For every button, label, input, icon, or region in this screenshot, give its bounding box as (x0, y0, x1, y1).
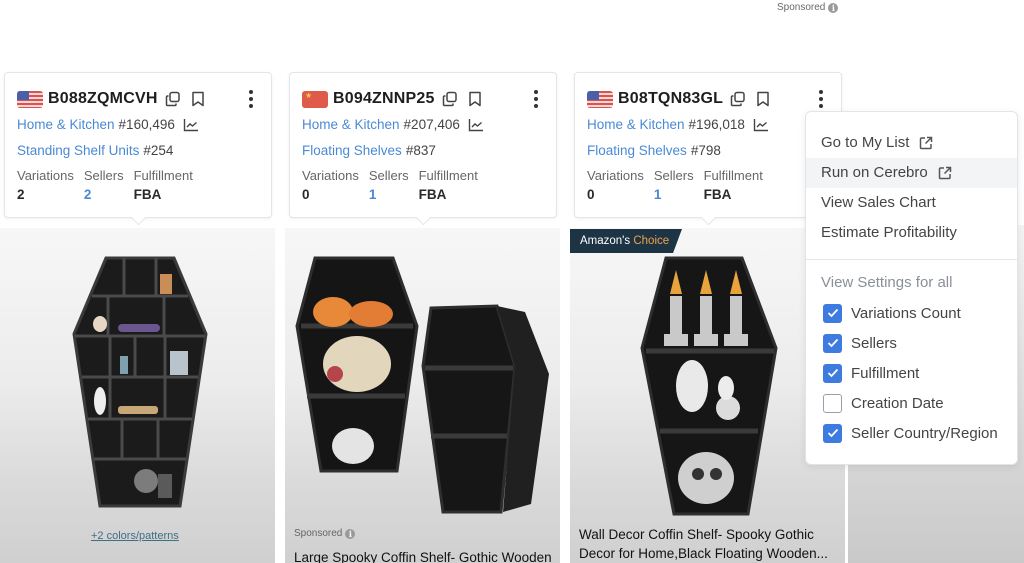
info-icon[interactable]: i (345, 528, 356, 539)
stat-fulfillment: Fulfillment FBA (133, 168, 193, 202)
stat-sellers: Sellers 1 (368, 168, 409, 202)
product-column-2: ★ B094ZNNP25 Home & Kitchen #207,406 Flo… (285, 68, 560, 563)
setting-fulfillment[interactable]: Fulfillment (806, 358, 1017, 388)
cn-flag-icon: ★ (302, 90, 328, 108)
menu-estimate-profitability[interactable]: Estimate Profitability (806, 218, 1017, 248)
setting-variations-count[interactable]: Variations Count (806, 298, 1017, 328)
stat-fulfillment: Fulfillment FBA (418, 168, 478, 202)
tile-sponsored-label: Sponsored i (294, 528, 356, 539)
rank-chart-icon[interactable] (468, 118, 484, 132)
asin: B088ZQMCVH (48, 90, 158, 107)
bookmark-icon[interactable] (753, 89, 773, 109)
stat-fulfillment: Fulfillment FBA (703, 168, 763, 202)
colors-patterns-link[interactable]: +2 colors/patterns (91, 530, 179, 542)
product-image[interactable] (70, 256, 210, 508)
checkbox-unchecked-icon[interactable] (823, 393, 842, 413)
stat-variations: Variations 0 (587, 168, 644, 202)
rank-chart-icon[interactable] (183, 118, 199, 132)
asin: B08TQN83GL (618, 90, 724, 107)
checkbox-checked-icon[interactable] (823, 333, 842, 353)
amazons-choice-badge: Amazon's Choice (570, 229, 682, 253)
category-rank: #160,496 (118, 117, 175, 132)
menu-divider (806, 259, 1017, 260)
setting-seller-country-region[interactable]: Seller Country/Region (806, 418, 1017, 448)
menu-view-sales-chart[interactable]: View Sales Chart (806, 188, 1017, 218)
subcategory-rank: #837 (405, 143, 436, 158)
copy-icon[interactable] (728, 89, 748, 109)
category-rank: #207,406 (403, 117, 460, 132)
setting-creation-date[interactable]: Creation Date (806, 388, 1017, 418)
us-flag-icon (587, 90, 613, 108)
product-title-line-2[interactable]: Decor for Home,Black Floating Wooden... (579, 544, 841, 563)
category-link[interactable]: Home & Kitchen (587, 113, 685, 137)
bookmark-icon[interactable] (188, 89, 208, 109)
copy-icon[interactable] (163, 89, 183, 109)
top-sponsored-label: Sponsored i (777, 2, 839, 13)
product-column-3: B08TQN83GL Home & Kitchen #196,018 Float… (570, 68, 845, 563)
checkbox-checked-icon[interactable] (823, 423, 842, 443)
subcategory-rank: #798 (690, 143, 721, 158)
subcategory-link[interactable]: Standing Shelf Units (17, 139, 139, 163)
external-link-icon (919, 136, 933, 150)
more-options-icon[interactable] (813, 89, 829, 109)
product-image[interactable] (640, 256, 780, 518)
external-link-icon (938, 166, 952, 180)
view-settings-heading: View Settings for all (821, 274, 953, 291)
product-tile[interactable] (285, 228, 560, 563)
rank-chart-icon[interactable] (753, 118, 769, 132)
product-title-line-1[interactable]: Wall Decor Coffin Shelf- Spooky Gothic (579, 525, 841, 544)
more-options-icon[interactable] (528, 89, 544, 109)
stat-variations: Variations 2 (17, 168, 74, 202)
product-column-1: B088ZQMCVH Home & Kitchen #160,496 Stand… (0, 68, 275, 563)
product-tile[interactable] (570, 228, 845, 563)
product-image[interactable] (293, 256, 555, 518)
subcategory-rank: #254 (143, 143, 174, 158)
sponsored-text: Sponsored (777, 2, 826, 13)
us-flag-icon (17, 90, 43, 108)
bookmark-icon[interactable] (465, 89, 485, 109)
copy-icon[interactable] (440, 89, 460, 109)
category-rank: #196,018 (688, 117, 745, 132)
product-info-card: B088ZQMCVH Home & Kitchen #160,496 Stand… (4, 72, 272, 218)
stat-sellers: Sellers 2 (83, 168, 124, 202)
product-tile[interactable] (0, 228, 275, 563)
product-info-card: ★ B094ZNNP25 Home & Kitchen #207,406 Flo… (289, 72, 557, 218)
stat-variations: Variations 0 (302, 168, 359, 202)
more-options-icon[interactable] (243, 89, 259, 109)
asin: B094ZNNP25 (333, 90, 435, 107)
category-link[interactable]: Home & Kitchen (17, 113, 115, 137)
subcategory-link[interactable]: Floating Shelves (302, 139, 402, 163)
menu-go-to-my-list[interactable]: Go to My List (806, 128, 1017, 158)
info-icon[interactable]: i (828, 2, 839, 13)
menu-run-on-cerebro[interactable]: Run on Cerebro (806, 158, 1017, 188)
setting-sellers[interactable]: Sellers (806, 328, 1017, 358)
more-options-menu: Go to My List Run on Cerebro View Sales … (805, 111, 1018, 465)
product-title[interactable]: Large Spooky Coffin Shelf- Gothic Wooden (294, 548, 556, 563)
category-link[interactable]: Home & Kitchen (302, 113, 400, 137)
stat-sellers: Sellers 1 (653, 168, 694, 202)
checkbox-checked-icon[interactable] (823, 363, 842, 383)
checkbox-checked-icon[interactable] (823, 303, 842, 323)
product-info-card: B08TQN83GL Home & Kitchen #196,018 Float… (574, 72, 842, 218)
subcategory-link[interactable]: Floating Shelves (587, 139, 687, 163)
